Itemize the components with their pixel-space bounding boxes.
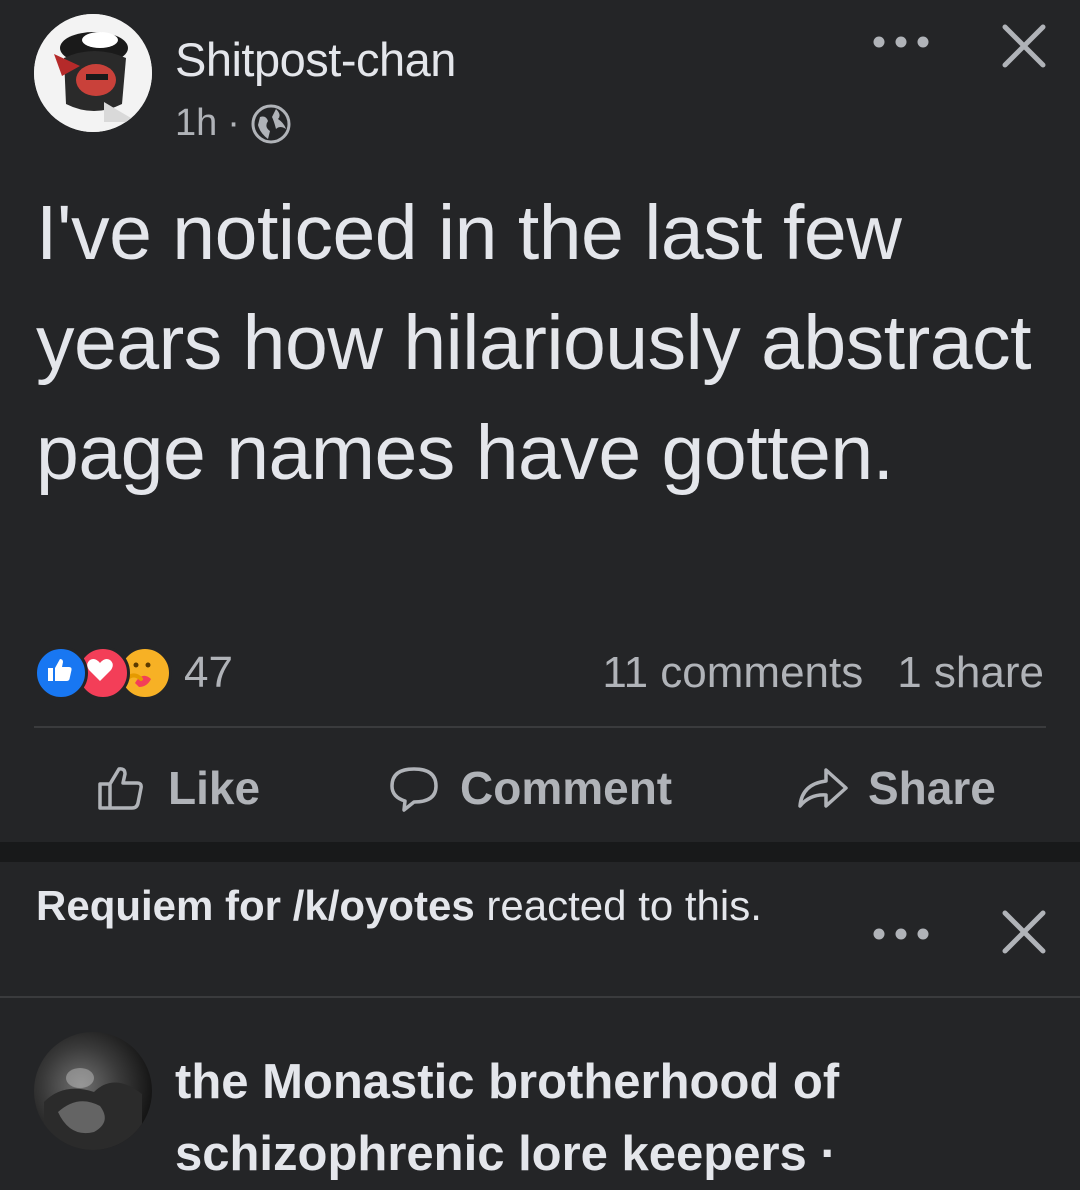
close-icon[interactable] — [1000, 908, 1048, 956]
reaction-notice: Requiem for /k/oyotes reacted to this. — [36, 878, 836, 934]
like-button[interactable]: Like — [94, 745, 260, 831]
comment-button[interactable]: Comment — [386, 745, 672, 831]
shares-count[interactable]: 1 share — [897, 648, 1044, 698]
feed-separator — [0, 842, 1080, 862]
action-bar: Like Comment Share — [0, 745, 1080, 831]
post-text: I've noticed in the last few years how h… — [36, 190, 1032, 496]
avatar-image — [34, 14, 152, 132]
share-icon — [798, 768, 848, 808]
divider — [34, 726, 1046, 728]
like-label: Like — [168, 762, 261, 814]
comment-icon — [390, 767, 438, 812]
comment-label: Comment — [460, 762, 673, 814]
globe-icon — [251, 104, 291, 143]
meta-separator: · — [227, 102, 240, 144]
reactor-name[interactable]: Requiem for /k/oyotes — [36, 882, 475, 929]
more-options-icon[interactable] — [866, 914, 936, 954]
author-avatar[interactable] — [34, 14, 152, 132]
share-label: Share — [868, 762, 996, 814]
close-icon[interactable] — [1000, 22, 1048, 70]
page-avatar[interactable] — [34, 1032, 152, 1150]
post-meta: 1h · — [175, 102, 292, 145]
avatar-image — [44, 1068, 142, 1150]
post-time[interactable]: 1h — [175, 102, 217, 145]
more-options-icon[interactable] — [866, 22, 936, 62]
share-button[interactable]: Share — [794, 745, 996, 831]
notice-text: reacted to this. — [474, 882, 762, 929]
like-icon — [34, 646, 88, 700]
reaction-count: 47 — [184, 648, 233, 697]
reaction-summary[interactable]: 47 — [34, 646, 233, 700]
engagement-counts: 11 comments 1 share — [602, 648, 1044, 698]
thumbs-up-icon — [98, 767, 143, 810]
comments-count[interactable]: 11 comments — [602, 648, 863, 698]
next-post-author[interactable]: the Monastic brotherhood of schizophreni… — [175, 1046, 1035, 1190]
divider — [0, 996, 1080, 998]
post-author-name[interactable]: Shitpost-chan — [175, 32, 456, 87]
